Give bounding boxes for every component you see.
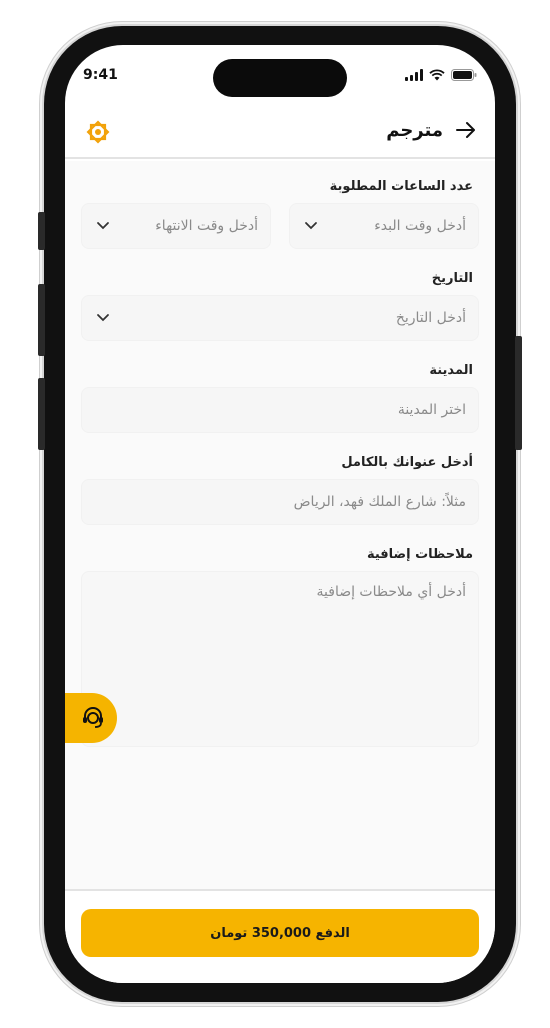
date-select[interactable]: أدخل التاريخ [81, 295, 479, 341]
chevron-down-icon [305, 222, 317, 230]
city-placeholder: اختر المدينة [397, 402, 466, 418]
start-time-placeholder: أدخل وقت البدء [374, 218, 466, 234]
city-select[interactable]: اختر المدينة [81, 387, 479, 433]
screen: 9:41 مترجم عدد الساعات المطلوبة أدخل وقت… [65, 45, 495, 983]
form-content: عدد الساعات المطلوبة أدخل وقت البدء أدخل… [65, 161, 495, 891]
back-arrow-icon[interactable] [455, 119, 477, 141]
logo-icon [86, 120, 110, 144]
address-placeholder: مثلاً: شارع الملك فهد، الرياض [293, 494, 466, 510]
hours-label: عدد الساعات المطلوبة [329, 179, 473, 194]
battery-icon [451, 69, 477, 81]
notes-label: ملاحظات إضافية [366, 547, 473, 562]
date-placeholder: أدخل التاريخ [395, 310, 466, 326]
date-label: التاريخ [431, 271, 473, 286]
address-input[interactable]: مثلاً: شارع الملك فهد، الرياض [81, 479, 479, 525]
page-title: مترجم [386, 119, 443, 141]
app-header: مترجم [65, 105, 495, 159]
status-icons [405, 69, 477, 81]
status-time: 9:41 [83, 67, 118, 83]
end-time-placeholder: أدخل وقت الانتهاء [155, 218, 258, 234]
phone-volume-down [38, 378, 45, 450]
end-time-select[interactable]: أدخل وقت الانتهاء [81, 203, 271, 249]
address-label: أدخل عنوانك بالكامل [341, 455, 473, 470]
start-time-select[interactable]: أدخل وقت البدء [289, 203, 479, 249]
phone-mute-switch [38, 212, 45, 250]
header-title-group: مترجم [386, 119, 477, 141]
phone-power-button [515, 336, 522, 450]
city-label: المدينة [429, 363, 473, 378]
wifi-icon [429, 69, 445, 81]
notes-placeholder: أدخل أي ملاحظات إضافية [316, 584, 466, 600]
headset-icon [83, 707, 103, 728]
pay-button[interactable]: الدفع 350,000 تومان [81, 909, 479, 957]
notes-textarea[interactable]: أدخل أي ملاحظات إضافية [81, 571, 479, 747]
signal-icon [405, 69, 423, 81]
phone-volume-up [38, 284, 45, 356]
chevron-down-icon [97, 314, 109, 322]
footer-bar: الدفع 350,000 تومان [65, 889, 495, 983]
chevron-down-icon [97, 222, 109, 230]
support-button[interactable] [65, 693, 117, 743]
dynamic-island [213, 59, 347, 97]
